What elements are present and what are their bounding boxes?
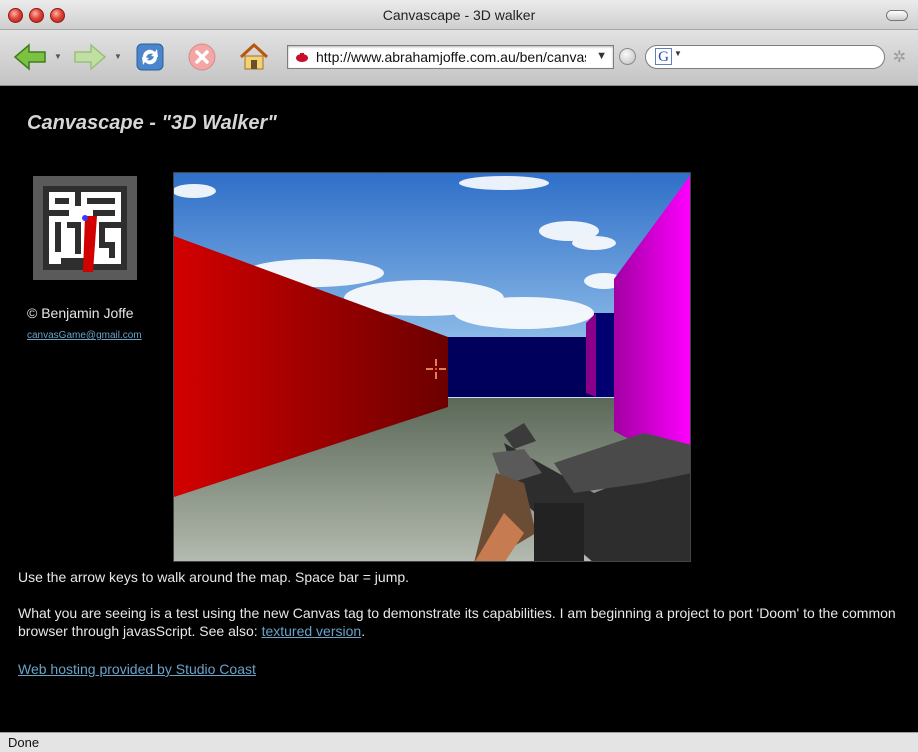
address-bar-url[interactable]: http://www.abrahamjoffe.com.au/ben/canva… bbox=[316, 49, 586, 65]
page-content: Canvascape - "3D Walker" © Benjamin Joff… bbox=[7, 86, 911, 732]
forward-button[interactable] bbox=[72, 40, 108, 74]
reload-button[interactable] bbox=[132, 40, 168, 74]
back-button[interactable] bbox=[12, 40, 48, 74]
crosshair-icon bbox=[426, 359, 446, 379]
status-bar: Done bbox=[0, 732, 918, 752]
reload-icon bbox=[136, 43, 164, 71]
back-arrow-icon bbox=[13, 43, 46, 71]
instructions-text: Use the arrow keys to walk around the ma… bbox=[18, 569, 410, 585]
author-credit: © Benjamin Joffe bbox=[27, 305, 134, 321]
address-bar[interactable]: http://www.abrahamjoffe.com.au/ben/canva… bbox=[287, 45, 614, 69]
search-bar[interactable]: G ▼ bbox=[645, 45, 885, 69]
forward-arrow-icon bbox=[74, 43, 107, 71]
toolbar-toggle-button[interactable] bbox=[886, 10, 908, 21]
maze-minimap bbox=[33, 176, 137, 280]
home-button[interactable] bbox=[236, 40, 272, 74]
game-canvas[interactable] bbox=[173, 172, 691, 562]
status-text: Done bbox=[8, 735, 40, 750]
maze-minimap-graphic bbox=[43, 186, 127, 272]
go-icon[interactable] bbox=[619, 48, 636, 65]
hosting-link[interactable]: Web hosting provided by Studio Coast bbox=[18, 661, 256, 677]
address-history-dropdown[interactable]: ▼ bbox=[596, 50, 607, 62]
throbber-icon: ✲ bbox=[892, 49, 906, 66]
google-icon[interactable]: G bbox=[655, 48, 672, 65]
back-history-dropdown[interactable]: ▼ bbox=[54, 52, 62, 61]
forward-history-dropdown[interactable]: ▼ bbox=[114, 52, 122, 61]
stop-icon bbox=[188, 43, 216, 71]
navigation-toolbar: ▼ ▼ http://www.abrahamjoffe.com.au/ben/c bbox=[0, 30, 918, 86]
author-email-link[interactable]: canvasGame@gmail.com bbox=[27, 330, 142, 341]
description-paragraph: What you are seeing is a test using the … bbox=[18, 604, 911, 640]
home-icon bbox=[239, 43, 269, 70]
search-engine-dropdown[interactable]: ▼ bbox=[674, 49, 682, 58]
site-favicon bbox=[296, 53, 308, 62]
window-title: Canvascape - 3D walker bbox=[382, 7, 536, 23]
stop-button[interactable] bbox=[184, 40, 220, 74]
window-titlebar: Canvascape - 3D walker bbox=[0, 0, 918, 30]
page-title: Canvascape - "3D Walker" bbox=[27, 112, 277, 134]
description-end: . bbox=[361, 623, 366, 639]
description-text: What you are seeing is a test using the … bbox=[18, 605, 896, 639]
textured-version-link[interactable]: textured version bbox=[262, 623, 362, 639]
